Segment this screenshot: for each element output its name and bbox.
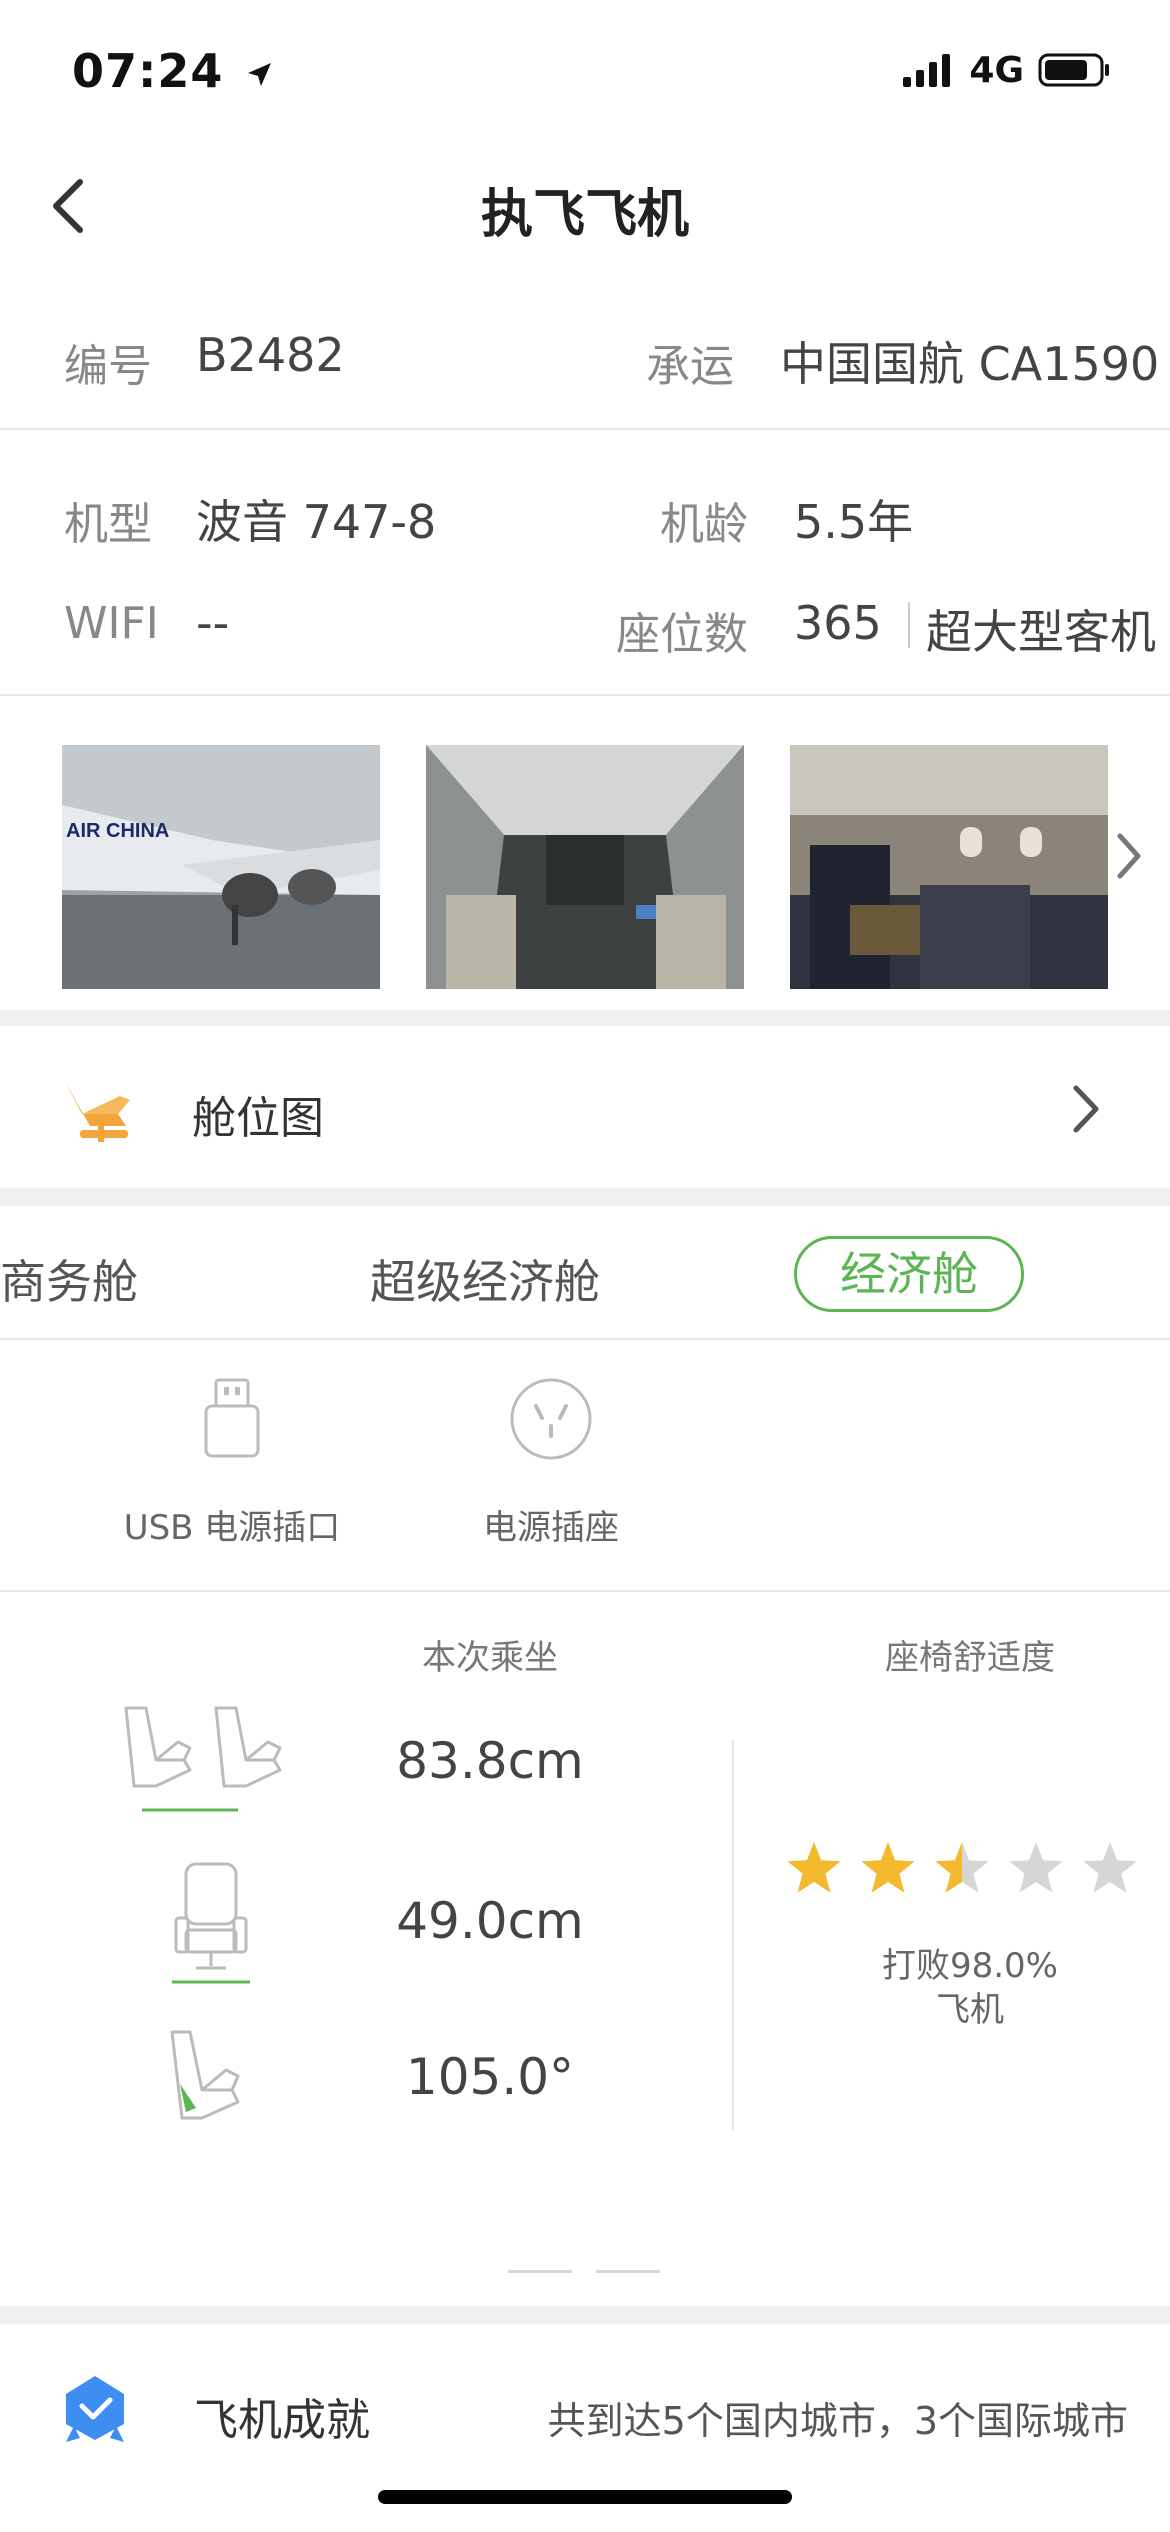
tab-economy[interactable]: 经济舱 [794, 1236, 1024, 1312]
carrier-label: 承运 [646, 341, 734, 392]
seat-width-value: 49.0cm [396, 1892, 584, 1950]
power-socket-label: 电源插座 [483, 1508, 619, 1548]
status-time: 07:24 [72, 44, 274, 98]
wifi-label: WIFI [64, 598, 159, 649]
recline-icon [170, 2030, 240, 2120]
age-label: 机龄 [660, 499, 748, 550]
chevron-right-icon [1073, 1085, 1099, 1133]
tab-premium-economy[interactable]: 超级经济舱 [370, 1246, 600, 1312]
beat-text-line2: 飞机 [936, 1990, 1004, 2030]
seat-width-icon [172, 1862, 250, 1984]
power-socket-icon [510, 1378, 592, 1460]
model-label: 机型 [64, 499, 152, 550]
page-indicator [508, 2270, 572, 2273]
achievement-badge-icon [66, 2376, 124, 2442]
time-text: 07:24 [72, 44, 224, 98]
achievement-label: 飞机成就 [194, 2395, 370, 2446]
seats-separator [908, 602, 910, 648]
seat-pitch-icon [124, 1706, 282, 1812]
rating-star [787, 1842, 841, 1893]
aircraft-size: 超大型客机 [926, 605, 1156, 659]
recline-value: 105.0° [405, 2048, 575, 2106]
tab-business[interactable]: 商务舱 [0, 1246, 138, 1312]
model-value: 波音 747-8 [196, 495, 437, 549]
usb-icon [204, 1378, 260, 1458]
section-gap [0, 1010, 1170, 1026]
divider [0, 428, 1170, 430]
divider [0, 1338, 1170, 1340]
seats-label: 座位数 [616, 609, 748, 660]
achievement-text: 共到达5个国内城市，3个国际城市 [547, 2399, 1128, 2443]
section-gap [0, 1188, 1170, 1206]
divider [0, 1590, 1170, 1592]
network-type: 4G [969, 49, 1024, 91]
location-arrow-icon [248, 62, 272, 86]
battery-icon [1038, 53, 1109, 87]
seat-pitch-value: 83.8cm [396, 1732, 584, 1790]
section-gap [0, 2306, 1170, 2324]
comfort-rating-stars [787, 1842, 1137, 1893]
comfort-header: 座椅舒适度 [885, 1638, 1055, 1678]
beat-text: 打败98.0% 飞机 [840, 1944, 1100, 2032]
current-seat-header: 本次乘坐 [422, 1638, 558, 1678]
divider [0, 694, 1170, 696]
aircraft-photo-cabin[interactable] [426, 745, 744, 989]
aircraft-photo-seats[interactable] [790, 745, 1108, 989]
seat-map-row[interactable]: 舱位图 [0, 1026, 1170, 1188]
age-value: 5.5年 [794, 495, 914, 549]
beat-text-line1: 打败98.0% [881, 1946, 1058, 1986]
carrier-value: 中国国航 CA1590 [780, 337, 1160, 391]
rating-star [1083, 1842, 1137, 1893]
page-title: 执飞飞机 [480, 185, 689, 245]
rating-star [1009, 1842, 1063, 1893]
rating-star [861, 1842, 915, 1893]
photo-caption: AIR CHINA [66, 820, 169, 842]
seats-value: 365 [794, 596, 882, 650]
number-value: B2482 [196, 328, 345, 382]
home-indicator [378, 2490, 792, 2504]
aircraft-photo-exterior[interactable]: AIR CHINA [62, 745, 380, 989]
metrics-divider [732, 1740, 734, 2130]
status-indicators: 4G [903, 49, 1110, 91]
page-indicator [596, 2270, 660, 2273]
rating-star [935, 1842, 989, 1893]
usb-label: USB 电源插口 [123, 1508, 341, 1548]
seat-map-label: 舱位图 [192, 1093, 324, 1144]
chevron-right-icon[interactable] [1110, 820, 1150, 890]
number-label: 编号 [64, 341, 152, 392]
signal-icon [903, 54, 951, 87]
wifi-value: -- [196, 596, 230, 650]
seat-icon [64, 1080, 130, 1142]
